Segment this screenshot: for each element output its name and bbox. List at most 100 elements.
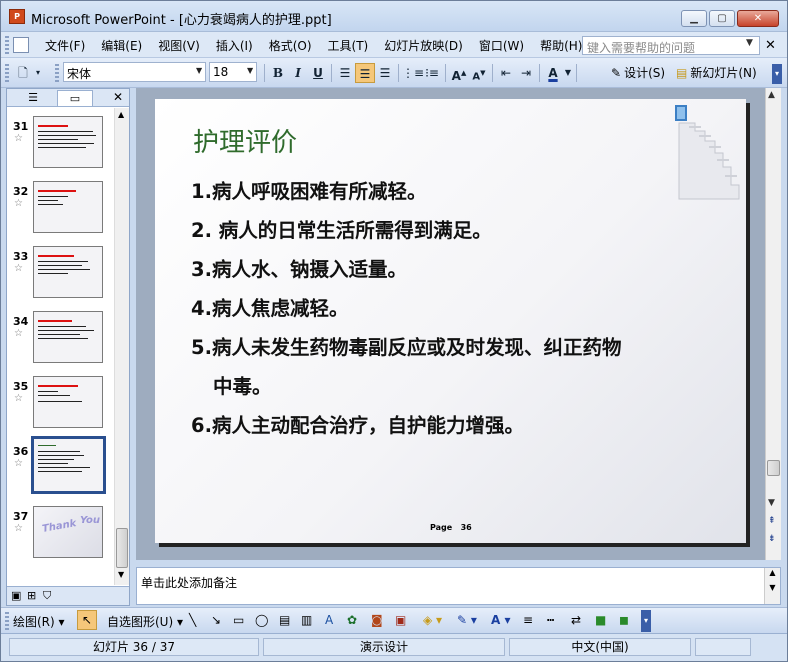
font-size-dropdown-icon[interactable]: ▼ <box>247 66 253 75</box>
menu-insert[interactable]: 插入(I) <box>216 37 253 54</box>
slide-scrollbar[interactable]: ▲ ▼ ⇞ ⇟ <box>765 88 781 560</box>
vertical-textbox-icon[interactable]: ▥ <box>301 613 312 627</box>
slide-thumbnail-36-selected[interactable] <box>31 436 106 494</box>
scroll-down-icon[interactable]: ▼ <box>768 498 775 508</box>
maximize-button[interactable]: ▢ <box>709 10 735 27</box>
menu-view[interactable]: 视图(V) <box>158 37 200 54</box>
new-slide-icon[interactable]: ▤ <box>676 66 687 80</box>
slide-title[interactable]: 护理评价 <box>193 122 297 159</box>
menu-format[interactable]: 格式(O) <box>269 37 312 54</box>
slide-sorter-view-icon[interactable]: ⊞ <box>27 589 36 602</box>
outline-tab[interactable]: ☰ <box>15 90 51 106</box>
align-right-icon[interactable]: ☰ <box>375 63 395 83</box>
new-slide-button[interactable]: 新幻灯片(N) <box>690 64 756 81</box>
next-slide-icon[interactable]: ⇟ <box>768 534 776 544</box>
pane-close-icon[interactable]: ✕ <box>113 90 123 104</box>
notes-pane[interactable]: 单击此处添加备注 ▲ ▼ <box>136 567 781 605</box>
scroll-thumb[interactable] <box>116 528 128 568</box>
decrease-indent-icon[interactable]: ⇤ <box>496 63 516 83</box>
toolbar-options-icon[interactable]: ▾ <box>33 63 43 83</box>
clipart-icon[interactable]: ◙ <box>371 613 383 627</box>
underline-button[interactable]: U <box>308 63 328 83</box>
close-button[interactable]: ✕ <box>737 10 779 27</box>
slide-thumbnail-34[interactable] <box>33 311 103 363</box>
wordart-icon[interactable]: A <box>325 613 333 627</box>
slide-thumbnail-31[interactable] <box>33 116 103 168</box>
align-left-icon[interactable]: ☰ <box>335 63 355 83</box>
line-style-icon[interactable]: ≡ <box>523 613 533 627</box>
increase-indent-icon[interactable]: ⇥ <box>516 63 536 83</box>
textbox-tool-icon[interactable]: ▤ <box>279 613 290 627</box>
fill-color-icon[interactable]: ◈ ▾ <box>423 613 442 627</box>
scroll-down-icon[interactable]: ▼ <box>765 583 780 592</box>
draw-font-color-icon[interactable]: A ▾ <box>491 613 511 627</box>
draw-menu-button[interactable]: 绘图(R) ▾ <box>13 613 65 630</box>
help-search-input[interactable]: 键入需要帮助的问题 <box>582 36 760 55</box>
italic-button[interactable]: I <box>288 63 308 83</box>
bullets-icon[interactable]: ⁝≡ <box>422 63 442 83</box>
align-center-icon[interactable]: ☰ <box>355 62 375 83</box>
scroll-thumb[interactable] <box>767 460 780 476</box>
status-design-name: 演示设计 <box>263 638 505 656</box>
current-slide[interactable]: 护理评价 1.病人呼吸困难有所减轻。 2. 病人的日常生活所需得到满足。 3.病… <box>155 99 746 543</box>
slide-thumbnail-35[interactable] <box>33 376 103 428</box>
design-button[interactable]: 设计(S) <box>624 64 665 81</box>
dash-style-icon[interactable]: ┅ <box>547 613 554 627</box>
arrow-style-icon[interactable]: ⇄ <box>571 613 581 627</box>
3d-style-icon[interactable]: ◼ <box>619 613 629 627</box>
decrease-font-icon[interactable]: A▼ <box>469 63 489 83</box>
normal-view-icon[interactable]: ▣ <box>11 589 21 602</box>
menu-window[interactable]: 窗口(W) <box>479 37 524 54</box>
font-color-button[interactable]: A <box>543 63 563 83</box>
slide-body-text[interactable]: 1.病人呼吸困难有所减轻。 2. 病人的日常生活所需得到满足。 3.病人水、钠摄… <box>191 172 721 445</box>
arrow-tool-icon[interactable]: ↘ <box>211 613 221 627</box>
new-document-icon[interactable]: 🗋 <box>13 63 33 83</box>
help-dropdown-icon[interactable]: ▼ <box>746 38 753 48</box>
numbering-icon[interactable]: ⋮≡ <box>402 63 424 83</box>
toolbar-grip[interactable] <box>5 64 9 82</box>
minimize-button[interactable]: ▁ <box>681 10 707 27</box>
slide-thumbnail-32[interactable] <box>33 181 103 233</box>
scroll-down-icon[interactable]: ▼ <box>118 570 124 579</box>
formatting-toolbar: 🗋 ▾ 宋体 ▼ 18 ▼ B I U ☰ ☰ ☰ ⋮≡ ⁝≡ A▲ A▼ ⇤ … <box>1 58 787 88</box>
menu-grip[interactable] <box>5 36 9 54</box>
scroll-up-icon[interactable]: ▲ <box>118 110 124 119</box>
menu-tools[interactable]: 工具(T) <box>328 37 369 54</box>
slide-thumbnail-33[interactable] <box>33 246 103 298</box>
document-icon[interactable] <box>13 37 29 53</box>
font-name-dropdown-icon[interactable]: ▼ <box>196 66 202 75</box>
select-objects-icon[interactable]: ↖ <box>77 610 97 630</box>
menu-edit[interactable]: 编辑(E) <box>101 37 142 54</box>
scroll-up-icon[interactable]: ▲ <box>768 90 775 100</box>
picture-icon[interactable]: ▣ <box>395 613 406 627</box>
design-icon[interactable]: ✎ <box>611 66 621 80</box>
increase-font-icon[interactable]: A▲ <box>449 63 469 83</box>
menu-slideshow[interactable]: 幻灯片放映(D) <box>384 37 463 54</box>
bold-button[interactable]: B <box>268 63 288 83</box>
scroll-up-icon[interactable]: ▲ <box>765 568 780 577</box>
menu-help[interactable]: 帮助(H) <box>540 37 582 54</box>
thumb-number: 32 <box>13 185 29 198</box>
slides-pane-scrollbar[interactable]: ▲ ▼ <box>114 108 129 585</box>
rectangle-tool-icon[interactable]: ▭ <box>233 613 244 627</box>
oval-tool-icon[interactable]: ◯ <box>255 613 268 627</box>
toolbar-overflow-icon[interactable]: ▾ <box>772 64 782 84</box>
line-tool-icon[interactable]: ╲ <box>189 613 196 627</box>
slideshow-view-icon[interactable]: ⛉ <box>43 589 51 603</box>
slides-tab[interactable]: ▭ <box>57 90 93 106</box>
slide-thumbnail-37[interactable]: Thank You <box>33 506 103 558</box>
notes-scrollbar[interactable]: ▲ ▼ <box>764 568 780 604</box>
document-close-icon[interactable]: ✕ <box>765 38 776 53</box>
line-color-icon[interactable]: ✎ ▾ <box>457 613 477 627</box>
shadow-style-icon[interactable]: ■ <box>595 613 606 627</box>
font-name-select[interactable]: 宋体 <box>63 62 206 82</box>
toolbar-grip-2[interactable] <box>55 64 59 82</box>
drawing-grip[interactable] <box>5 612 9 630</box>
drawing-overflow-icon[interactable]: ▾ <box>641 610 651 632</box>
powerpoint-app-icon[interactable]: P <box>9 9 25 24</box>
font-color-dropdown-icon[interactable]: ▼ <box>563 63 573 83</box>
autoshapes-menu-button[interactable]: 自选图形(U) ▾ <box>107 613 183 630</box>
previous-slide-icon[interactable]: ⇞ <box>768 516 776 526</box>
diagram-icon[interactable]: ✿ <box>347 613 357 627</box>
menu-file[interactable]: 文件(F) <box>45 37 85 54</box>
